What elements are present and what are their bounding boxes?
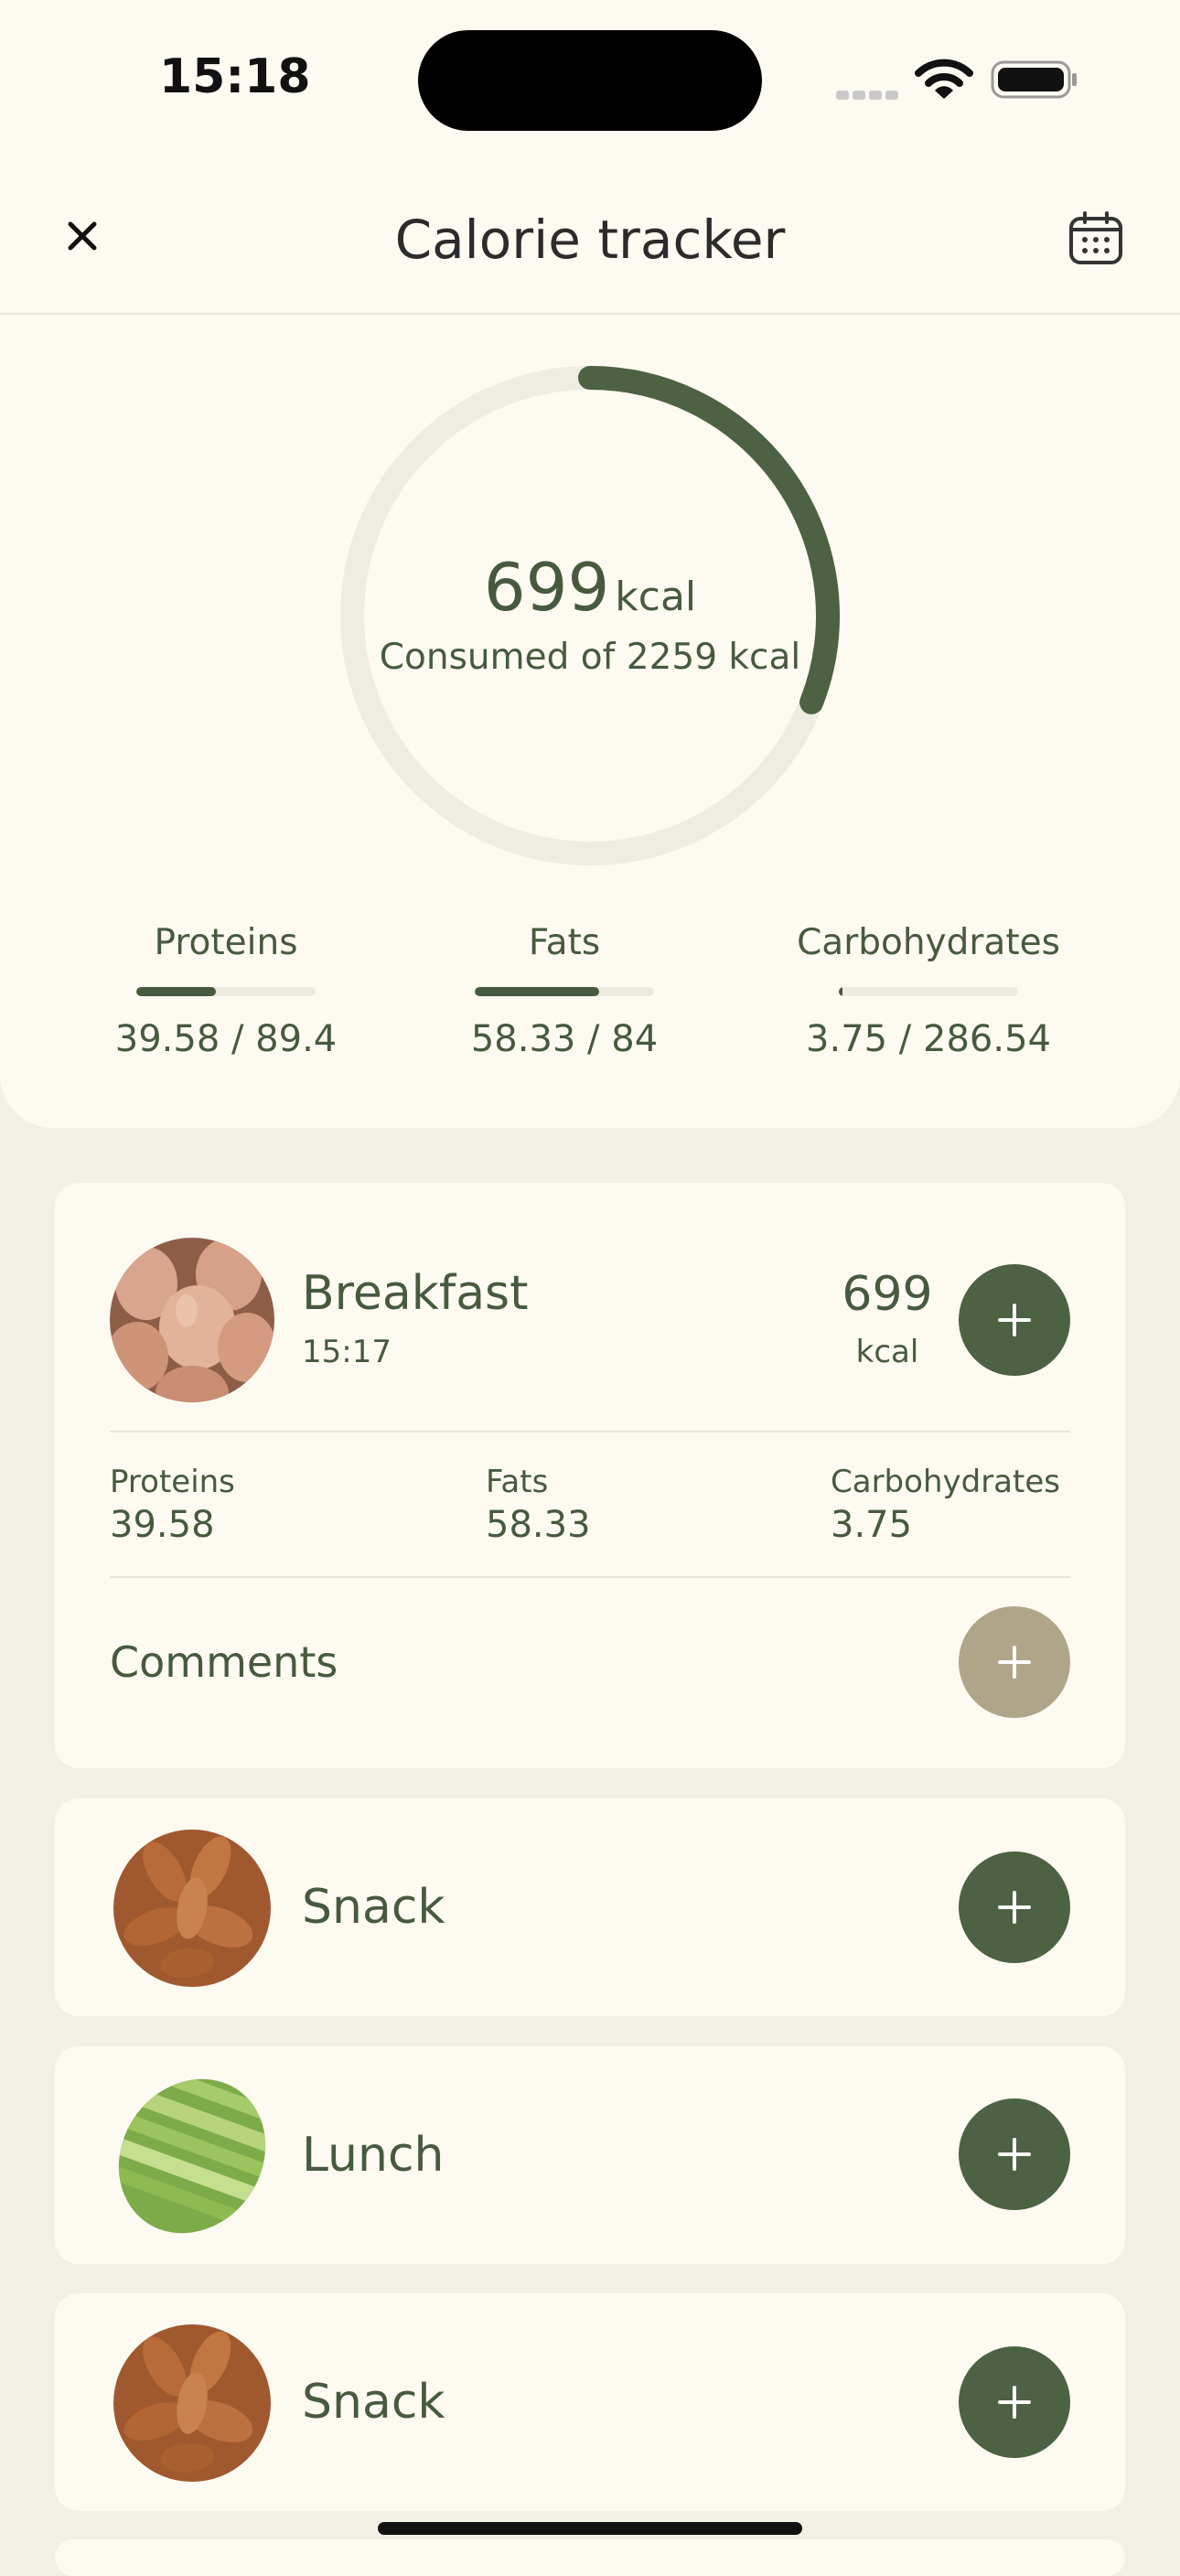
macro-label: Proteins bbox=[154, 922, 298, 963]
signal-icon bbox=[836, 86, 902, 103]
almonds-image bbox=[113, 1830, 271, 1987]
add-food-button[interactable] bbox=[959, 1264, 1070, 1376]
eggs-image bbox=[110, 1238, 274, 1402]
meal-name: Breakfast bbox=[302, 1266, 529, 1321]
meal-name: Snack bbox=[302, 2375, 445, 2430]
meal-macro-value: 58.33 bbox=[486, 1504, 591, 1546]
meal-macro-label: Carbohydrates bbox=[831, 1464, 1060, 1500]
battery-icon bbox=[991, 59, 1078, 104]
macro-progress-track bbox=[839, 987, 1018, 996]
meal-card-partial bbox=[55, 2539, 1125, 2576]
wifi-icon bbox=[915, 59, 973, 104]
add-food-button[interactable] bbox=[959, 2098, 1070, 2210]
calories-consumed-number: 699 bbox=[483, 549, 610, 626]
home-indicator bbox=[378, 2522, 802, 2535]
calories-consumed: 699 kcal bbox=[0, 549, 1180, 626]
almonds-image bbox=[113, 2324, 271, 2482]
card-divider bbox=[110, 1431, 1070, 1433]
macro-label: Fats bbox=[528, 922, 601, 963]
card-divider bbox=[110, 1576, 1070, 1578]
macro-carbohydrates: Carbohydrates 3.75 / 286.54 bbox=[746, 922, 1111, 1060]
macro-progress-fill bbox=[475, 987, 600, 996]
header-divider bbox=[0, 313, 1180, 315]
meal-macro-label: Fats bbox=[486, 1464, 549, 1500]
macro-progress-fill bbox=[839, 987, 842, 996]
page-title: Calorie tracker bbox=[394, 209, 786, 271]
add-food-button[interactable] bbox=[959, 1852, 1070, 1963]
macro-progress-track bbox=[475, 987, 654, 996]
comments-label: Comments bbox=[110, 1637, 338, 1687]
meal-kcal: 699 bbox=[842, 1267, 933, 1322]
macro-value: 58.33 / 84 bbox=[470, 1018, 659, 1060]
macro-fats: Fats 58.33 / 84 bbox=[381, 922, 747, 1060]
meal-macro-label: Proteins bbox=[110, 1464, 235, 1500]
meal-kcal-unit: kcal bbox=[855, 1334, 919, 1370]
macro-progress-fill bbox=[136, 987, 216, 996]
calendar-icon bbox=[1069, 211, 1122, 264]
calories-subtitle: Consumed of 2259 kcal bbox=[379, 637, 801, 678]
macro-progress-track bbox=[136, 987, 316, 996]
meal-name: Lunch bbox=[302, 2128, 445, 2183]
meal-macro-value: 3.75 bbox=[831, 1504, 913, 1546]
macro-label: Carbohydrates bbox=[797, 922, 1060, 963]
add-food-button[interactable] bbox=[959, 2346, 1070, 2458]
celery-image bbox=[110, 2074, 274, 2238]
macro-proteins: Proteins 39.58 / 89.4 bbox=[43, 922, 409, 1060]
dynamic-island bbox=[418, 30, 762, 131]
macro-value: 39.58 / 89.4 bbox=[114, 1018, 338, 1060]
macro-value: 3.75 / 286.54 bbox=[806, 1018, 1051, 1060]
calendar-button[interactable] bbox=[1067, 209, 1125, 268]
meal-macro-value: 39.58 bbox=[110, 1504, 215, 1546]
calories-unit: kcal bbox=[615, 574, 697, 620]
meal-time: 15:17 bbox=[302, 1334, 392, 1370]
meal-name: Snack bbox=[302, 1880, 445, 1935]
add-comment-button[interactable] bbox=[959, 1606, 1070, 1718]
status-time: 15:18 bbox=[159, 49, 311, 104]
